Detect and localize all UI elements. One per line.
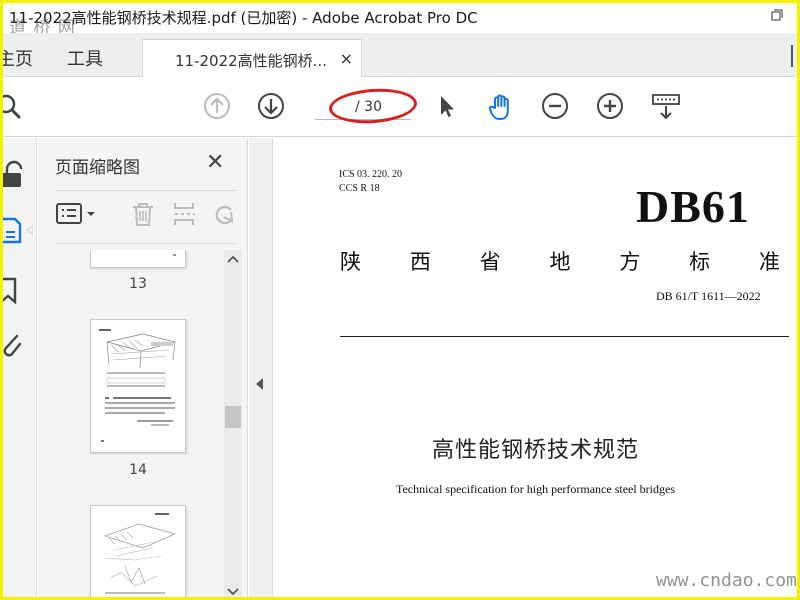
thumbnail-page-13[interactable] [90,250,186,268]
ccs-line: CCS R 18 [339,183,380,194]
standard-code: DB61 [636,181,750,232]
navigation-rail [3,138,37,597]
panel-collapse-strip[interactable] [249,138,273,597]
authority-char: 准 [758,250,780,274]
scroll-down-icon[interactable] [226,587,240,597]
page-thumbnails-icon[interactable] [3,216,34,246]
issuing-authority: 陕 西 省 地 方 标 准 [340,246,780,276]
window-title: 11-2022高性能钢桥技术规程.pdf (已加密) - Adobe Acrob… [9,9,478,27]
tab-overflow-icon[interactable] [791,45,797,72]
restore-window-icon[interactable] [771,9,783,25]
thumbnails-panel: 页面缩略图 ✕ 13 14 [38,138,248,597]
document-page: ICS 03. 220. 20 CCS R 18 DB61 陕 西 省 地 方 … [274,138,797,597]
rotate-page-icon[interactable] [210,200,236,228]
close-panel-icon[interactable]: ✕ [206,150,224,175]
panel-divider [55,243,235,244]
lock-icon[interactable] [3,160,25,190]
search-icon[interactable] [3,92,23,120]
panel-divider [55,190,235,191]
ics-line: ICS 03. 220. 20 [339,169,403,180]
tab-document-label: 11-2022高性能钢桥... [175,52,327,70]
collapse-panel-icon[interactable] [256,378,263,390]
arrow-down-circle-icon[interactable] [257,92,285,120]
thumbnail-options-icon[interactable] [55,200,99,228]
zoom-out-icon[interactable] [541,92,569,120]
title-bar: 11-2022高性能钢桥技术规程.pdf (已加密) - Adobe Acrob… [3,3,797,38]
title-english: Technical specification for high perform… [395,482,676,496]
watermark-bottom-right: www.cndao.com [656,570,797,591]
panel-title: 页面缩略图 [55,158,140,178]
thumbnail-page-number: 14 [129,462,147,478]
thumbnail-page-14[interactable] [90,319,186,453]
close-tab-icon[interactable]: × [340,49,353,68]
authority-char: 西 [409,250,431,274]
authority-char: 省 [479,250,501,274]
acrobat-window: 11-2022高性能钢桥技术规程.pdf (已加密) - Adobe Acrob… [3,3,797,597]
header-rule [340,336,789,337]
delete-page-icon[interactable] [130,200,156,228]
thumbnail-page-number: 13 [129,276,147,292]
arrow-up-circle-icon[interactable] [203,92,231,120]
scrollbar-thumb[interactable] [225,406,241,428]
hand-tool-icon[interactable] [486,92,514,120]
main-toolbar: / 30 [3,77,797,137]
select-pointer-icon[interactable] [433,92,461,120]
thumbnail-page-15[interactable] [90,505,186,597]
authority-char: 标 [689,250,711,274]
ics-code: ICS 03. 220. 20 CCS R 18 [339,168,402,196]
red-highlight-annotation [327,85,419,127]
attachment-icon[interactable] [3,330,25,360]
zoom-in-icon[interactable] [596,92,624,120]
insert-page-icon[interactable] [171,200,197,228]
title-chinese: 高性能钢桥技术规范 [431,438,639,463]
bookmark-icon[interactable] [3,276,25,306]
authority-char: 陕 [340,250,361,274]
tab-home[interactable]: 主页 [3,45,33,71]
tab-bar: 主页 工具 11-2022高性能钢桥... × [3,33,797,78]
authority-char: 方 [619,250,641,274]
standard-number: DB 61/T 1611—2022 [656,289,761,303]
tab-tools[interactable]: 工具 [67,45,103,71]
tab-document[interactable]: 11-2022高性能钢桥... × [142,39,362,78]
scroll-up-icon[interactable] [226,254,240,267]
page-view-icon[interactable] [650,92,682,120]
authority-char: 地 [549,250,571,274]
